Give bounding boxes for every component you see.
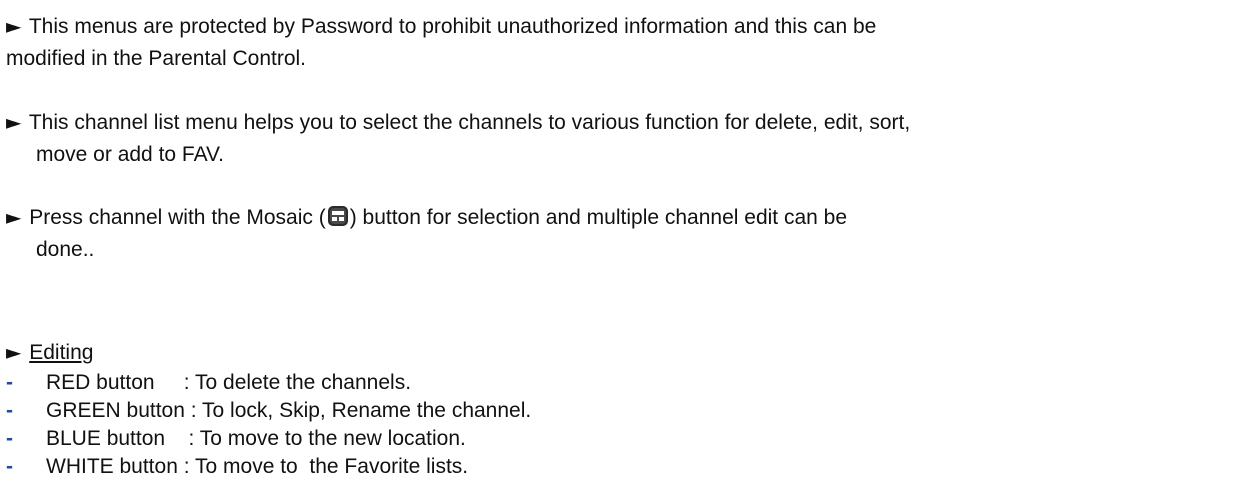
dash-marker: -: [6, 399, 13, 422]
bullet-text: This channel list menu helps you to sele…: [28, 111, 911, 134]
list-item: - GREEN button : To lock, Skip, Rename t…: [6, 397, 531, 425]
button-name: GREEN button: [46, 399, 185, 422]
mosaic-icon: [327, 206, 348, 226]
bullet-text-continued: move or add to FAV.: [36, 143, 224, 166]
bullet-text: This menus are protected by Password to …: [28, 15, 877, 38]
editing-heading-text: Editing: [29, 341, 94, 364]
bullet-text: ) button for selection and multiple chan…: [349, 206, 848, 229]
list-item: - BLUE button : To move to the new locat…: [6, 425, 531, 453]
bullet-text-continued: done..: [36, 238, 95, 261]
bullet-mosaic: ► Press channel with the Mosaic ( ) butt…: [6, 201, 1226, 266]
dash-marker: -: [6, 427, 13, 450]
bullet-arrow-icon: ►: [6, 110, 22, 134]
button-description: : To lock, Skip, Rename the channel.: [190, 399, 532, 422]
editing-list: - RED button : To delete the channels. -…: [6, 369, 531, 481]
bullet-password: ► This menus are protected by Password t…: [6, 10, 1226, 75]
button-description: : To move to the Favorite lists.: [183, 455, 469, 478]
bullet-arrow-icon: ►: [6, 14, 22, 38]
button-name: BLUE button: [46, 427, 166, 450]
button-name: RED button: [46, 371, 155, 394]
bullet-arrow-icon: ►: [6, 205, 22, 229]
dash-marker: -: [6, 371, 13, 394]
bullet-text-continued: modified in the Parental Control.: [6, 47, 306, 70]
dash-marker: -: [6, 455, 13, 478]
list-item: - WHITE button : To move to the Favorite…: [6, 453, 531, 481]
editing-heading: ► Editing: [6, 336, 1226, 369]
button-description: : To delete the channels.: [183, 371, 412, 394]
bullet-arrow-icon: ►: [6, 340, 22, 364]
button-description: : To move to the new location.: [188, 427, 466, 450]
document-page: ► This menus are protected by Password t…: [0, 0, 1238, 483]
list-item: - RED button : To delete the channels.: [6, 369, 531, 397]
button-name: WHITE button: [46, 455, 178, 478]
bullet-channel-list: ► This channel list menu helps you to se…: [6, 106, 1226, 171]
bullet-text: Press channel with the Mosaic (: [29, 206, 326, 229]
